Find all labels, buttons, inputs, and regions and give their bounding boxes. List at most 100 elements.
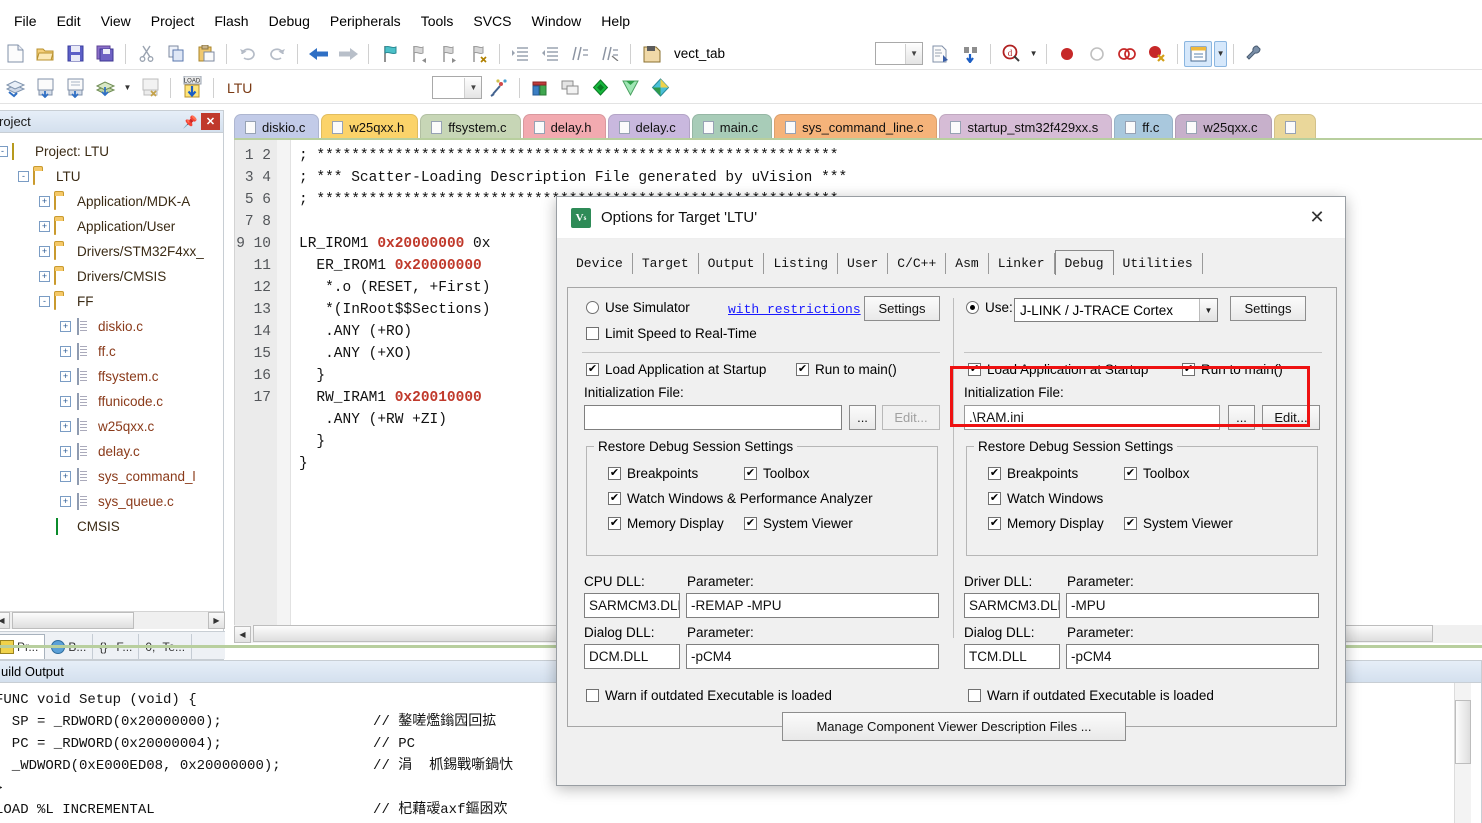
- right-breakpoints-row[interactable]: ✔ Breakpoints: [988, 466, 1078, 481]
- expand-icon[interactable]: +: [60, 371, 71, 382]
- editor-tab-ffsystemc[interactable]: ffsystem.c: [420, 114, 521, 140]
- left-toolbox-row[interactable]: ✔ Toolbox: [744, 466, 810, 481]
- navigate-back-icon[interactable]: [304, 41, 332, 67]
- copy-icon[interactable]: [162, 41, 190, 67]
- build-icon[interactable]: [31, 75, 59, 101]
- tree-item[interactable]: + w25qxx.c: [0, 414, 223, 439]
- left-watch-windows-row[interactable]: ✔ Watch Windows & Performance Analyzer: [608, 491, 873, 506]
- right-watch-windows-checkbox[interactable]: ✔: [988, 492, 1001, 505]
- right-init-file-input[interactable]: .\RAM.ini: [964, 405, 1220, 430]
- editor-tab-w25qxxc[interactable]: w25qxx.c: [1175, 114, 1272, 140]
- cmsis-icon-2[interactable]: [616, 75, 644, 101]
- tree-item[interactable]: + ff.c: [0, 339, 223, 364]
- tree-item[interactable]: + sys_queue.c: [0, 489, 223, 514]
- expand-icon[interactable]: +: [60, 346, 71, 357]
- scroll-track[interactable]: [10, 612, 208, 629]
- simulator-settings-button[interactable]: Settings: [864, 296, 940, 321]
- breakpoint-icon[interactable]: [1053, 41, 1081, 67]
- batch-build-dropdown-icon[interactable]: ▼: [121, 75, 134, 101]
- new-file-icon[interactable]: [1, 41, 29, 67]
- collapse-icon[interactable]: -: [18, 171, 29, 182]
- menu-item-peripherals[interactable]: Peripherals: [320, 11, 411, 31]
- debug-query-dropdown-icon[interactable]: ▼: [1027, 41, 1040, 67]
- manage-runtime-env-icon[interactable]: [556, 75, 584, 101]
- editor-tab-more[interactable]: [1273, 114, 1316, 140]
- with-restrictions-link[interactable]: with restrictions: [728, 302, 861, 317]
- expand-icon[interactable]: +: [60, 421, 71, 432]
- dialog-tab-listing[interactable]: Listing: [764, 253, 839, 274]
- target-select-combo[interactable]: ▼: [432, 76, 483, 99]
- window-layout-icon[interactable]: [1184, 40, 1213, 67]
- driver-dll-input[interactable]: SARMCM3.DLL: [964, 593, 1060, 618]
- driver-settings-button[interactable]: Settings: [1230, 296, 1306, 321]
- right-warn-outdated-row[interactable]: Warn if outdated Executable is loaded: [968, 688, 1214, 703]
- left-toolbox-checkbox[interactable]: ✔: [744, 467, 757, 480]
- right-breakpoints-checkbox[interactable]: ✔: [988, 467, 1001, 480]
- editor-tab-delayc[interactable]: delay.c: [607, 114, 690, 140]
- right-run-to-main-checkbox[interactable]: ✔: [1182, 363, 1195, 376]
- dialog-tab-utilities[interactable]: Utilities: [1113, 253, 1203, 274]
- right-edit-button[interactable]: Edit...: [1262, 405, 1320, 430]
- cut-icon[interactable]: [132, 41, 160, 67]
- find-in-files-icon[interactable]: [956, 41, 984, 67]
- expand-icon[interactable]: +: [39, 246, 50, 257]
- cmsis-icon-3[interactable]: [646, 75, 674, 101]
- left-watch-windows-checkbox[interactable]: ✔: [608, 492, 621, 505]
- expand-icon[interactable]: +: [39, 221, 50, 232]
- dialog-tab-linker[interactable]: Linker: [988, 253, 1055, 274]
- chevron-down-icon[interactable]: ▼: [905, 43, 923, 64]
- left-run-to-main-row[interactable]: ✔ Run to main(): [796, 362, 897, 377]
- target-options-icon[interactable]: [485, 75, 513, 101]
- tree-item[interactable]: - Project: LTU: [0, 139, 223, 164]
- editor-tab-delayh[interactable]: delay.h: [522, 114, 606, 140]
- left-warn-outdated-checkbox[interactable]: [586, 689, 599, 702]
- scroll-right-icon[interactable]: ▶: [208, 612, 225, 629]
- use-driver-radio[interactable]: [966, 301, 979, 314]
- dialog-tab-user[interactable]: User: [838, 253, 889, 274]
- use-simulator-radio[interactable]: [586, 301, 599, 314]
- menu-item-debug[interactable]: Debug: [259, 11, 320, 31]
- scroll-left-icon[interactable]: ◀: [0, 612, 10, 629]
- right-load-app-row[interactable]: ✔ Load Application at Startup: [968, 362, 1148, 377]
- manage-project-items-icon[interactable]: [526, 75, 554, 101]
- right-load-app-checkbox[interactable]: ✔: [968, 363, 981, 376]
- left-dialog-param-input[interactable]: -pCM4: [686, 644, 939, 669]
- dialog-tab-debug[interactable]: Debug: [1054, 250, 1114, 275]
- right-watch-windows-row[interactable]: ✔ Watch Windows: [988, 491, 1103, 506]
- collapse-icon[interactable]: -: [0, 146, 8, 157]
- right-system-viewer-checkbox[interactable]: ✔: [1124, 517, 1137, 530]
- cpu-dll-input[interactable]: SARMCM3.DLL: [584, 593, 680, 618]
- menu-item-window[interactable]: Window: [522, 11, 592, 31]
- right-memory-display-row[interactable]: ✔ Memory Display: [988, 516, 1104, 531]
- tree-item[interactable]: + delay.c: [0, 439, 223, 464]
- left-system-viewer-row[interactable]: ✔ System Viewer: [744, 516, 853, 531]
- close-icon[interactable]: ✕: [201, 113, 220, 130]
- expand-icon[interactable]: +: [60, 496, 71, 507]
- scroll-thumb[interactable]: [1455, 700, 1471, 764]
- paste-icon[interactable]: [192, 41, 220, 67]
- tree-item[interactable]: + sys_command_l: [0, 464, 223, 489]
- dialog-tab-device[interactable]: Device: [567, 253, 633, 274]
- tree-item[interactable]: + Drivers/STM32F4xx_: [0, 239, 223, 264]
- expand-icon[interactable]: +: [39, 271, 50, 282]
- chevron-down-icon[interactable]: ▼: [464, 77, 482, 98]
- tree-item[interactable]: - LTU: [0, 164, 223, 189]
- right-system-viewer-row[interactable]: ✔ System Viewer: [1124, 516, 1233, 531]
- tree-item[interactable]: + ffunicode.c: [0, 389, 223, 414]
- dialog-tab-cc++[interactable]: C/C++: [888, 253, 947, 274]
- debug-driver-combo[interactable]: J-LINK / J-TRACE Cortex ▼: [1014, 298, 1218, 322]
- right-warn-outdated-checkbox[interactable]: [968, 689, 981, 702]
- pin-icon[interactable]: 📌: [181, 113, 199, 131]
- collapse-icon[interactable]: -: [39, 296, 50, 307]
- right-toolbox-checkbox[interactable]: ✔: [1124, 467, 1137, 480]
- expand-icon[interactable]: +: [60, 471, 71, 482]
- save-all-icon[interactable]: [91, 41, 119, 67]
- tree-item[interactable]: CMSIS: [0, 514, 223, 539]
- breakpoint-kill-icon[interactable]: [1143, 41, 1171, 67]
- editor-tab-bar[interactable]: diskio.c w25qxx.h ffsystem.c delay.h delay.c…: [234, 110, 1482, 140]
- bookmark-toggle-icon[interactable]: [375, 41, 403, 67]
- window-layout-dropdown-icon[interactable]: ▼: [1214, 40, 1228, 67]
- limit-speed-row[interactable]: Limit Speed to Real-Time: [586, 326, 757, 341]
- left-load-app-row[interactable]: ✔ Load Application at Startup: [586, 362, 766, 377]
- editor-tab-w25qxxh[interactable]: w25qxx.h: [321, 114, 419, 140]
